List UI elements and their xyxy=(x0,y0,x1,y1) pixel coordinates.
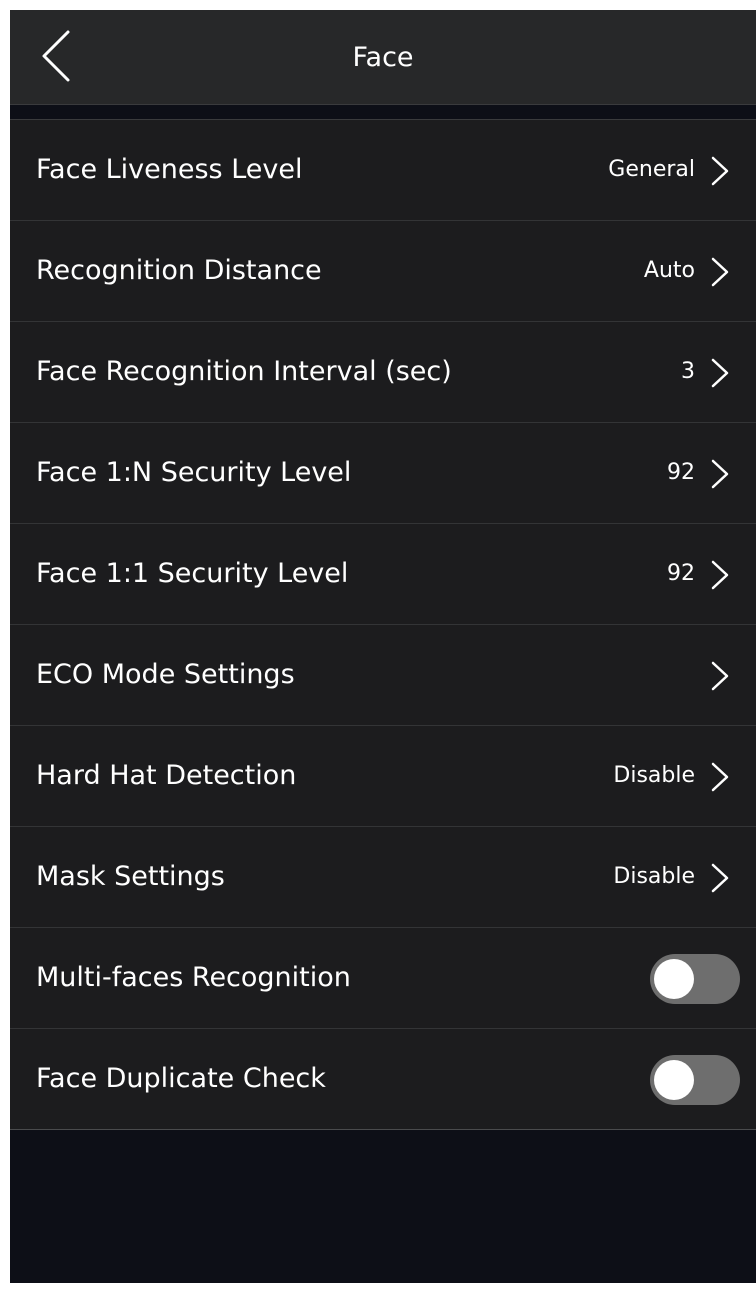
setting-value: Disable xyxy=(613,864,695,889)
setting-row-face-duplicate-check: Face Duplicate Check xyxy=(10,1029,756,1130)
setting-label: Face Duplicate Check xyxy=(36,1063,326,1094)
setting-row-recognition-distance[interactable]: Recognition Distance Auto xyxy=(10,221,756,322)
setting-label: Face Liveness Level xyxy=(36,154,303,185)
setting-label: Face 1:1 Security Level xyxy=(36,558,349,589)
header-bar: Face xyxy=(10,10,756,105)
chevron-right-icon xyxy=(711,661,729,691)
multi-faces-recognition-toggle[interactable] xyxy=(650,954,740,1004)
setting-label: Multi-faces Recognition xyxy=(36,962,351,993)
setting-value: Auto xyxy=(643,258,695,283)
setting-row-face-recognition-interval[interactable]: Face Recognition Interval (sec) 3 xyxy=(10,322,756,423)
setting-row-mask-settings[interactable]: Mask Settings Disable xyxy=(10,827,756,928)
setting-row-face-1n-security-level[interactable]: Face 1:N Security Level 92 xyxy=(10,423,756,524)
toggle-knob xyxy=(654,959,694,999)
setting-label: Face 1:N Security Level xyxy=(36,457,352,488)
chevron-right-icon xyxy=(711,156,729,186)
setting-label: Recognition Distance xyxy=(36,255,322,286)
header-gap xyxy=(10,105,756,119)
setting-label: Mask Settings xyxy=(36,861,225,892)
setting-label: Face Recognition Interval (sec) xyxy=(36,356,452,387)
setting-value: Disable xyxy=(613,763,695,788)
setting-row-eco-mode-settings[interactable]: ECO Mode Settings xyxy=(10,625,756,726)
toggle-knob xyxy=(654,1060,694,1100)
setting-row-multi-faces-recognition: Multi-faces Recognition xyxy=(10,928,756,1029)
settings-list: Face Liveness Level General Recognition … xyxy=(10,119,756,1130)
setting-row-face-liveness-level[interactable]: Face Liveness Level General xyxy=(10,120,756,221)
face-settings-screen: Face Face Liveness Level General Recogni… xyxy=(10,10,756,1283)
setting-row-face-11-security-level[interactable]: Face 1:1 Security Level 92 xyxy=(10,524,756,625)
chevron-right-icon xyxy=(711,459,729,489)
setting-value: 3 xyxy=(681,359,695,384)
chevron-right-icon xyxy=(711,358,729,388)
chevron-right-icon xyxy=(711,257,729,287)
setting-label: ECO Mode Settings xyxy=(36,659,295,690)
chevron-right-icon xyxy=(711,560,729,590)
setting-value: 92 xyxy=(667,561,695,586)
setting-row-hard-hat-detection[interactable]: Hard Hat Detection Disable xyxy=(10,726,756,827)
page-title: Face xyxy=(352,42,414,73)
chevron-right-icon xyxy=(711,863,729,893)
setting-value: 92 xyxy=(667,460,695,485)
face-duplicate-check-toggle[interactable] xyxy=(650,1055,740,1105)
setting-value: General xyxy=(608,157,695,182)
chevron-right-icon xyxy=(711,762,729,792)
setting-label: Hard Hat Detection xyxy=(36,760,297,791)
